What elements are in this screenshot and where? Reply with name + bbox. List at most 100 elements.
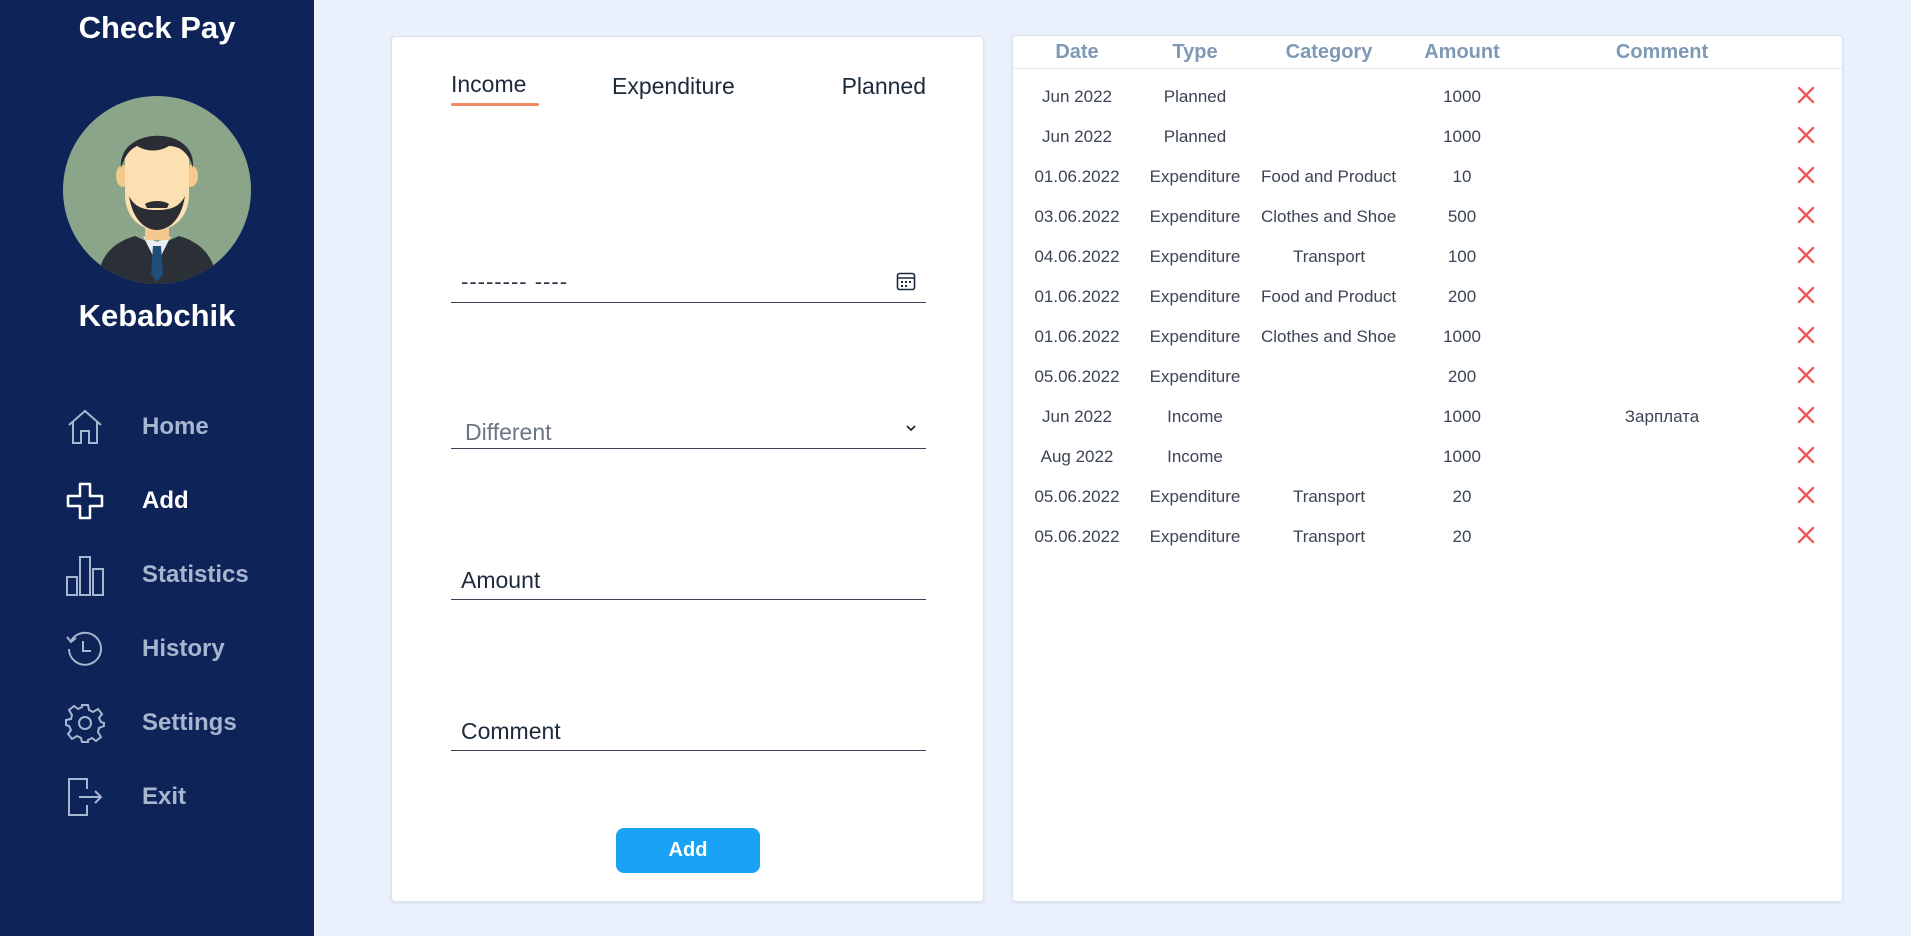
delete-row-icon[interactable] (1796, 325, 1816, 345)
app-title: Check Pay (78, 10, 236, 45)
column-header-date: Date (1055, 41, 1099, 63)
date-value: -------- ---- (461, 269, 569, 294)
type-tabs: Income Expenditure Planned (451, 71, 926, 115)
cell-date: 01.06.2022 (1034, 287, 1120, 306)
table-body: Jun 2022 Planned 1000 Jun 2022 Planned 1000 01… (1013, 76, 1842, 556)
cell-amount: 1000 (1443, 447, 1481, 466)
delete-row-icon[interactable] (1796, 445, 1816, 465)
delete-row-icon[interactable] (1796, 485, 1816, 505)
add-form-card: Income Expenditure Planned -------- ----… (391, 36, 984, 902)
delete-row-icon[interactable] (1796, 525, 1816, 545)
cell-comment: Зарплата (1624, 407, 1700, 426)
cell-amount: 1000 (1443, 127, 1481, 146)
cell-type: Expenditure (1149, 527, 1241, 546)
cell-date: Jun 2022 (1042, 127, 1112, 146)
cell-date: 05.06.2022 (1034, 527, 1120, 546)
cell-date: Jun 2022 (1042, 407, 1112, 426)
cell-category: Clothes and Shoes (1261, 207, 1397, 226)
delete-row-icon[interactable] (1796, 245, 1816, 265)
cell-amount: 500 (1447, 207, 1477, 226)
bar-chart-icon (60, 550, 110, 600)
table-row: 01.06.2022 Expenditure Food and Products 10 (1013, 156, 1842, 196)
cell-category: Transport (1292, 487, 1366, 506)
cell-type: Expenditure (1149, 287, 1241, 306)
cell-date: Jun 2022 (1042, 87, 1112, 106)
table-row: 01.06.2022 Expenditure Food and Products 20… (1013, 276, 1842, 316)
cell-category: Food and Products (1261, 287, 1397, 306)
cell-amount: 20 (1452, 487, 1472, 506)
column-header-amount: Amount (1424, 41, 1500, 63)
home-icon (60, 402, 110, 452)
cell-amount: 20 (1452, 527, 1472, 546)
table-row: 05.06.2022 Expenditure 200 (1013, 356, 1842, 396)
nav-item-statistics[interactable]: Statistics (60, 547, 300, 603)
nav-label-statistics: Statistics (142, 561, 249, 588)
date-field[interactable]: -------- ---- (451, 259, 926, 303)
sidebar: Check Pay Kebabchik Home Add Statistics … (0, 0, 314, 936)
cell-amount: 1000 (1443, 407, 1481, 426)
category-selected-value: Different (465, 419, 552, 445)
cell-date: 01.06.2022 (1034, 327, 1120, 346)
cell-type: Expenditure (1149, 167, 1241, 186)
cell-type: Expenditure (1149, 487, 1241, 506)
delete-row-icon[interactable] (1796, 285, 1816, 305)
table-row: Jun 2022 Planned 1000 (1013, 116, 1842, 156)
delete-row-icon[interactable] (1796, 365, 1816, 385)
user-name: Kebabchik (78, 298, 236, 333)
column-header-comment: Comment (1615, 41, 1709, 63)
avatar (63, 96, 251, 284)
table-row: 01.06.2022 Expenditure Clothes and Shoes 10… (1013, 316, 1842, 356)
nav-item-exit[interactable]: Exit (60, 769, 300, 825)
cell-type: Income (1167, 447, 1223, 466)
cell-amount: 1000 (1443, 87, 1481, 106)
tab-income[interactable]: Income (451, 71, 526, 98)
nav-label-history: History (142, 635, 225, 662)
avatar-illustration (97, 135, 217, 284)
delete-row-icon[interactable] (1796, 405, 1816, 425)
add-button[interactable]: Add (616, 828, 760, 873)
cell-date: 05.06.2022 (1034, 367, 1120, 386)
table-row: Aug 2022 Income 1000 (1013, 436, 1842, 476)
cell-type: Planned (1163, 87, 1227, 106)
table-row: 04.06.2022 Expenditure Transport 100 (1013, 236, 1842, 276)
amount-placeholder: Amount (461, 567, 541, 593)
plus-icon (60, 476, 110, 526)
table-row: 05.06.2022 Expenditure Transport 20 (1013, 476, 1842, 516)
category-select[interactable]: Different (451, 405, 926, 449)
table-header: Date Type Category Amount Comment (1013, 36, 1842, 69)
nav-label-home: Home (142, 413, 209, 440)
cell-amount: 100 (1447, 247, 1477, 266)
nav-item-settings[interactable]: Settings (60, 695, 300, 751)
gear-icon (60, 698, 110, 748)
transactions-table: Date Type Category Amount Comment Jun 20… (1012, 35, 1843, 902)
delete-row-icon[interactable] (1796, 205, 1816, 225)
cell-date: 03.06.2022 (1034, 207, 1120, 226)
delete-row-icon[interactable] (1796, 165, 1816, 185)
comment-field[interactable]: Comment (451, 706, 926, 751)
cell-type: Expenditure (1149, 207, 1241, 226)
cell-type: Expenditure (1149, 327, 1241, 346)
nav-item-home[interactable]: Home (60, 399, 300, 455)
exit-icon (60, 772, 110, 822)
cell-type: Planned (1163, 127, 1227, 146)
delete-row-icon[interactable] (1796, 85, 1816, 105)
nav-item-add[interactable]: Add (60, 473, 300, 529)
delete-row-icon[interactable] (1796, 125, 1816, 145)
chevron-down-icon (904, 421, 918, 435)
table-row: 03.06.2022 Expenditure Clothes and Shoes 50… (1013, 196, 1842, 236)
cell-amount: 200 (1447, 287, 1477, 306)
cell-amount: 200 (1447, 367, 1477, 386)
column-header-category: Category (1285, 41, 1373, 63)
nav-item-history[interactable]: History (60, 621, 300, 677)
column-header-type: Type (1172, 41, 1218, 63)
tab-expenditure[interactable]: Expenditure (612, 73, 735, 100)
cell-category: Food and Products (1261, 167, 1397, 186)
cell-date: Aug 2022 (1040, 447, 1114, 466)
cell-date: 01.06.2022 (1034, 167, 1120, 186)
calendar-icon[interactable] (896, 271, 916, 291)
tab-planned[interactable]: Planned (842, 73, 926, 100)
cell-category: Transport (1292, 247, 1366, 266)
comment-placeholder: Comment (461, 718, 561, 744)
amount-field[interactable]: Amount (451, 555, 926, 600)
cell-type: Income (1167, 407, 1223, 426)
